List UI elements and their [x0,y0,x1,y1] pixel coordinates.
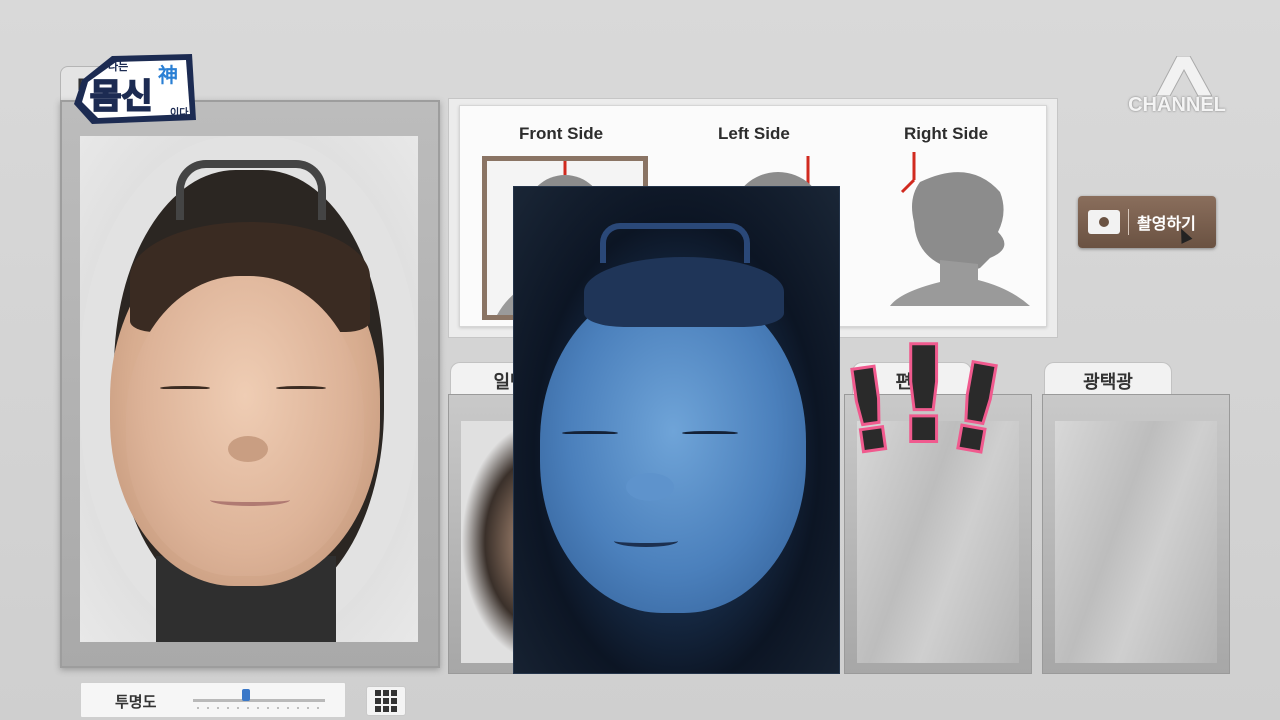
grid-icon-cell [391,698,397,704]
grid-icon-cell [383,690,389,696]
show-logo: 나는 몸신 神 이다 [74,54,196,124]
uv-hair [584,257,784,327]
tab-mode-gloss-label: 광택광 [1083,371,1133,393]
opacity-slider-knob[interactable] [241,689,250,701]
opacity-slider-ticks [193,707,325,709]
opacity-label: 투명도 [115,693,157,711]
logo-text-main: 몸신 [90,77,153,117]
uv-nose [626,473,674,501]
uv-mouth [614,535,678,547]
chin-rest-top [176,160,326,220]
left-eye [160,386,210,390]
channel-a-logo: CHANNEL [1120,55,1234,126]
side-label-front[interactable]: Front Side [519,124,603,144]
face-photo-uv [513,186,840,674]
grid-view-button[interactable] [366,686,406,716]
uv-right-eye [682,431,738,435]
grid-icon-cell [383,706,389,712]
face-photo-normal [80,136,418,642]
opacity-control: 투명도 [80,682,346,718]
logo-text-top: 나는 [108,59,128,73]
right-silhouette-icon[interactable] [880,152,1050,316]
capture-button[interactable]: 촬영하기 [1078,196,1216,248]
opacity-slider-track[interactable] [193,699,325,702]
mode-panel-gloss[interactable] [1042,394,1230,674]
mouth [210,494,290,506]
logo-text-hanja: 神 [158,63,178,87]
uv-left-eye [562,431,618,435]
uv-face [540,283,806,613]
grid-icon-cell [375,690,381,696]
face-skin [126,276,364,576]
grid-icon-cell [375,706,381,712]
grid-icon-cell [383,698,389,704]
mode-thumbnail-gloss [1055,421,1217,663]
side-label-left[interactable]: Left Side [718,124,790,144]
main-photo-panel [60,100,440,668]
capture-button-separator [1128,209,1129,235]
channel-logo-label: CHANNEL [1128,94,1226,116]
grid-icon-cell [391,690,397,696]
right-eye [276,386,326,390]
side-label-right[interactable]: Right Side [904,124,988,144]
camera-icon [1088,210,1120,234]
channel-a-icon [1155,55,1213,97]
logo-text-bottom: 이다 [170,106,189,119]
grid-icon-cell [391,706,397,712]
grid-icon-cell [375,698,381,704]
tab-mode-gloss[interactable]: 광택광 [1044,362,1172,398]
nose [228,436,268,462]
